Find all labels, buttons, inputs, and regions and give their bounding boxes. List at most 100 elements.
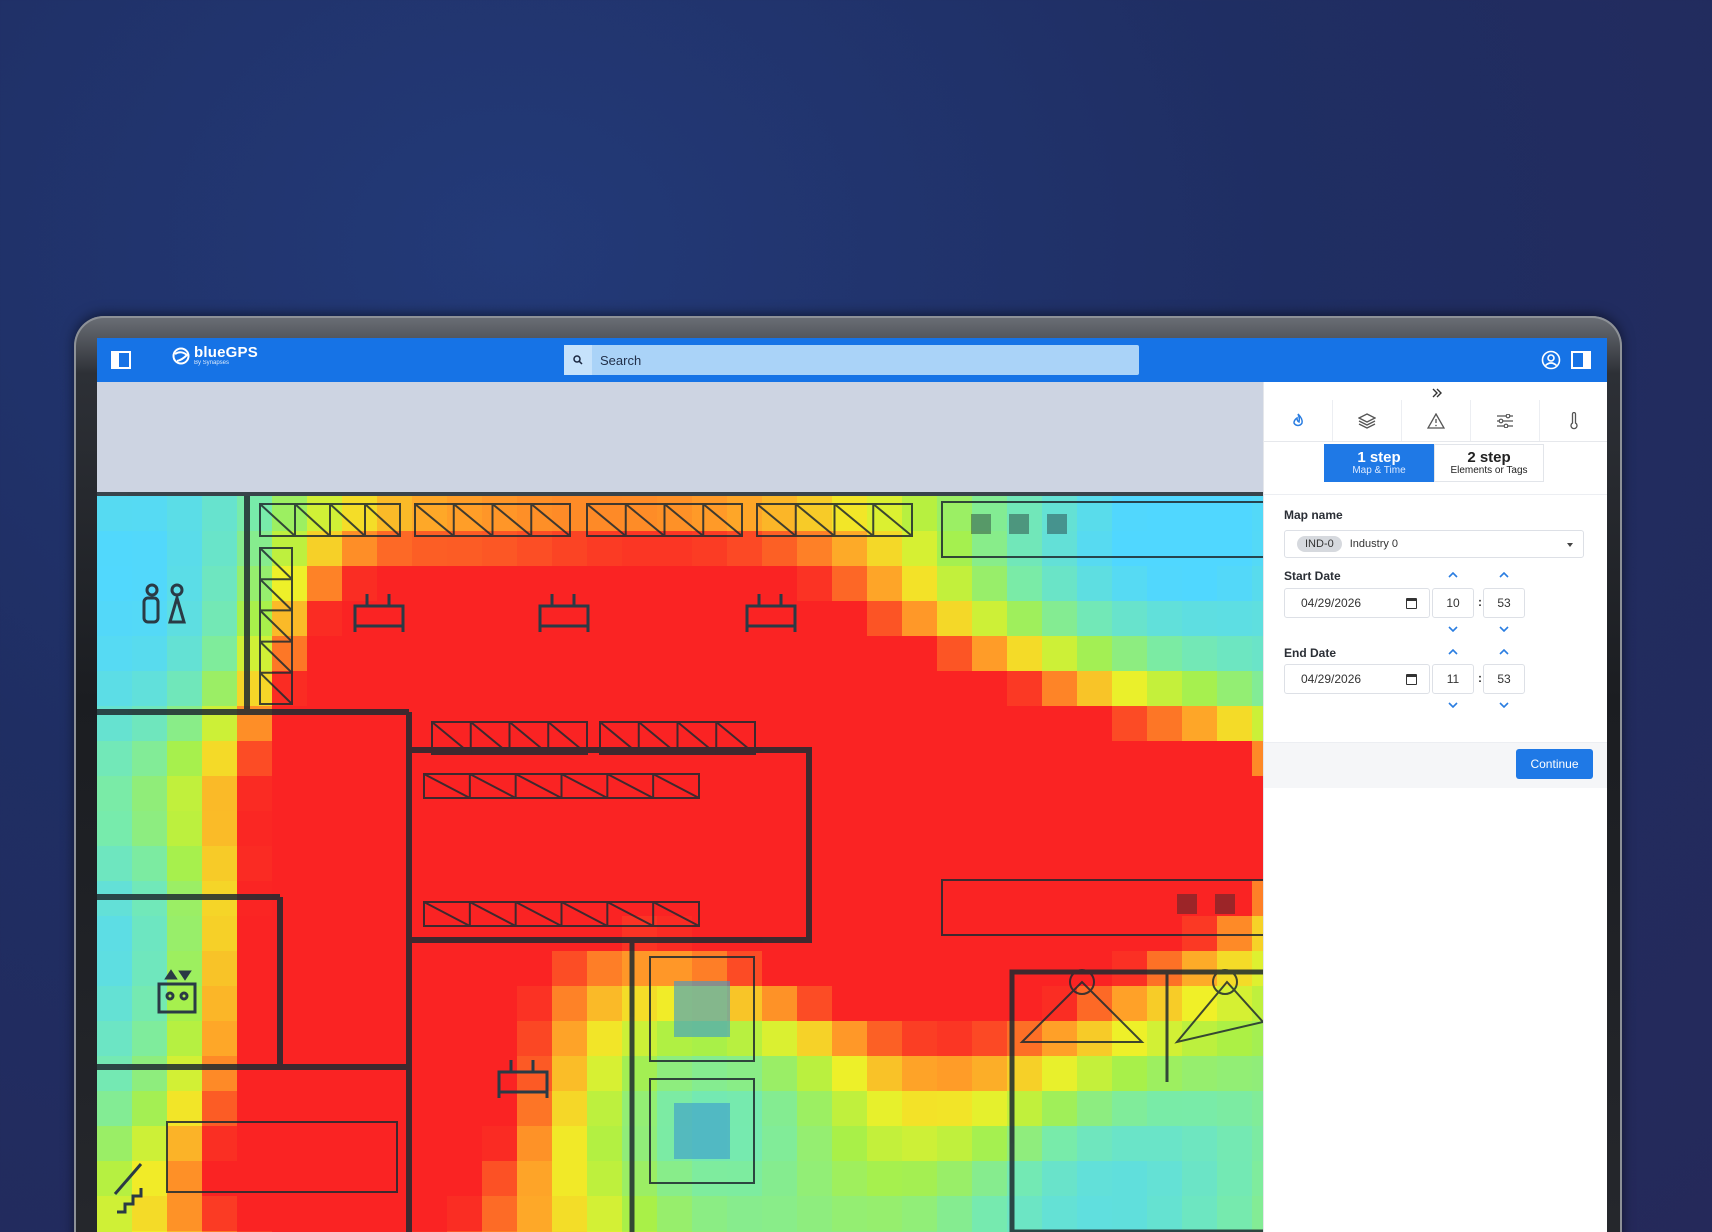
- heatmap-cell: [412, 706, 447, 741]
- heatmap-cell: [797, 1091, 832, 1126]
- heatmap-cell: [132, 496, 167, 531]
- heatmap-cell: [412, 636, 447, 671]
- heatmap-cell: [657, 566, 692, 601]
- heatmap-cell: [202, 916, 237, 951]
- user-circle-icon[interactable]: [1539, 348, 1563, 372]
- heatmap-cell: [1077, 1091, 1112, 1126]
- calendar-icon[interactable]: [1406, 674, 1417, 685]
- heatmap-map[interactable]: [97, 382, 1263, 1232]
- start-hour-input[interactable]: 10: [1432, 588, 1474, 618]
- heatmap-cell: [1217, 636, 1252, 671]
- start-date-input[interactable]: 04/29/2026: [1284, 588, 1430, 618]
- end-hour-decrement-chevron-down-icon[interactable]: [1432, 698, 1474, 712]
- heatmap-cell: [1217, 1126, 1252, 1161]
- heatmap-cell: [587, 846, 622, 881]
- double-chevron-right-icon[interactable]: [1432, 386, 1442, 401]
- search-bar[interactable]: [564, 345, 1139, 375]
- map-name-select[interactable]: IND-0 Industry 0: [1284, 530, 1584, 558]
- heatmap-cell: [307, 671, 342, 706]
- heatmap-cell: [832, 636, 867, 671]
- end-minute-input[interactable]: 53: [1483, 664, 1525, 694]
- tab-filters[interactable]: [1471, 400, 1540, 441]
- search-input[interactable]: [592, 352, 1112, 368]
- heatmap-cell: [552, 1056, 587, 1091]
- tab-layers[interactable]: [1333, 400, 1402, 441]
- heatmap-cell: [552, 1126, 587, 1161]
- heatmap-cell: [202, 811, 237, 846]
- heatmap-cell: [972, 671, 1007, 706]
- heatmap-cell: [552, 811, 587, 846]
- sidebar-left-icon[interactable]: [109, 348, 133, 372]
- heatmap-cell: [272, 776, 307, 811]
- heatmap-cell: [1077, 1161, 1112, 1196]
- heatmap-cell: [587, 776, 622, 811]
- heatmap-cell: [902, 951, 937, 986]
- heatmap-cell: [167, 496, 202, 531]
- heatmap-cell: [1007, 916, 1042, 951]
- heatmap-cell: [517, 846, 552, 881]
- heatmap-cell: [97, 1126, 132, 1161]
- end-minute-increment-chevron-up-icon[interactable]: [1483, 645, 1525, 659]
- end-minute-decrement-chevron-down-icon[interactable]: [1483, 698, 1525, 712]
- heatmap-cell: [1112, 636, 1147, 671]
- start-hour-increment-chevron-up-icon[interactable]: [1432, 568, 1474, 582]
- heatmap-cell: [1217, 846, 1252, 881]
- heatmap-cell: [937, 776, 972, 811]
- heatmap-cell: [1007, 741, 1042, 776]
- heatmap-cell: [412, 1021, 447, 1056]
- start-minute-input[interactable]: 53: [1483, 588, 1525, 618]
- heatmap-cell: [972, 846, 1007, 881]
- heatmap-cell: [1007, 671, 1042, 706]
- heatmap-cell: [412, 566, 447, 601]
- heatmap-cell: [972, 566, 1007, 601]
- heatmap-cell: [1147, 1021, 1182, 1056]
- heatmap-cell: [867, 1196, 902, 1231]
- start-minute-decrement-chevron-down-icon[interactable]: [1483, 622, 1525, 636]
- heatmap-cell: [902, 636, 937, 671]
- end-date-input[interactable]: 04/29/2026: [1284, 664, 1430, 694]
- heatmap-cell: [727, 986, 762, 1021]
- heatmap-cell: [447, 776, 482, 811]
- map-name-value: Industry 0: [1349, 538, 1399, 550]
- heatmap-cell: [902, 916, 937, 951]
- heatmap-cell: [517, 671, 552, 706]
- heatmap-cell: [937, 1161, 972, 1196]
- heatmap-cell: [937, 951, 972, 986]
- start-minute-increment-chevron-up-icon[interactable]: [1483, 568, 1525, 582]
- heatmap-cell: [587, 1161, 622, 1196]
- heatmap-cell: [272, 846, 307, 881]
- start-hour-decrement-chevron-down-icon[interactable]: [1432, 622, 1474, 636]
- heatmap-cell: [797, 601, 832, 636]
- heatmap-cell: [1042, 1056, 1077, 1091]
- calendar-icon[interactable]: [1406, 598, 1417, 609]
- heatmap-cell: [447, 1021, 482, 1056]
- heatmap-cell: [552, 1196, 587, 1231]
- end-hour-increment-chevron-up-icon[interactable]: [1432, 645, 1474, 659]
- heatmap-cell: [1252, 1126, 1263, 1161]
- tab-temperature[interactable]: [1540, 400, 1607, 441]
- heatmap-cell: [132, 531, 167, 566]
- heatmap-cell: [1112, 531, 1147, 566]
- tab-alerts[interactable]: [1402, 400, 1471, 441]
- continue-button[interactable]: Continue: [1516, 749, 1593, 779]
- globe-icon: [172, 347, 190, 365]
- brand-logo[interactable]: blueGPS By Synapses: [172, 345, 258, 366]
- tab-heatmap[interactable]: [1264, 400, 1333, 441]
- heatmap-cell: [412, 776, 447, 811]
- heatmap-cell: [552, 951, 587, 986]
- end-hour-input[interactable]: 11: [1432, 664, 1474, 694]
- heatmap-cell: [972, 986, 1007, 1021]
- heatmap-cell: [727, 1126, 762, 1161]
- floorplan-heatmap[interactable]: [97, 382, 1263, 1232]
- sidebar-right-icon[interactable]: [1569, 348, 1593, 372]
- heatmap-cell: [797, 706, 832, 741]
- heatmap-cell: [587, 951, 622, 986]
- heatmap-cell: [412, 846, 447, 881]
- step-2-button[interactable]: 2 step Elements or Tags: [1434, 444, 1544, 482]
- step-1-button[interactable]: 1 step Map & Time: [1324, 444, 1434, 482]
- heatmap-cell: [587, 1196, 622, 1231]
- heatmap-cell: [832, 1021, 867, 1056]
- heatmap-cell: [1042, 741, 1077, 776]
- heatmap-cell: [202, 566, 237, 601]
- heatmap-cell: [867, 951, 902, 986]
